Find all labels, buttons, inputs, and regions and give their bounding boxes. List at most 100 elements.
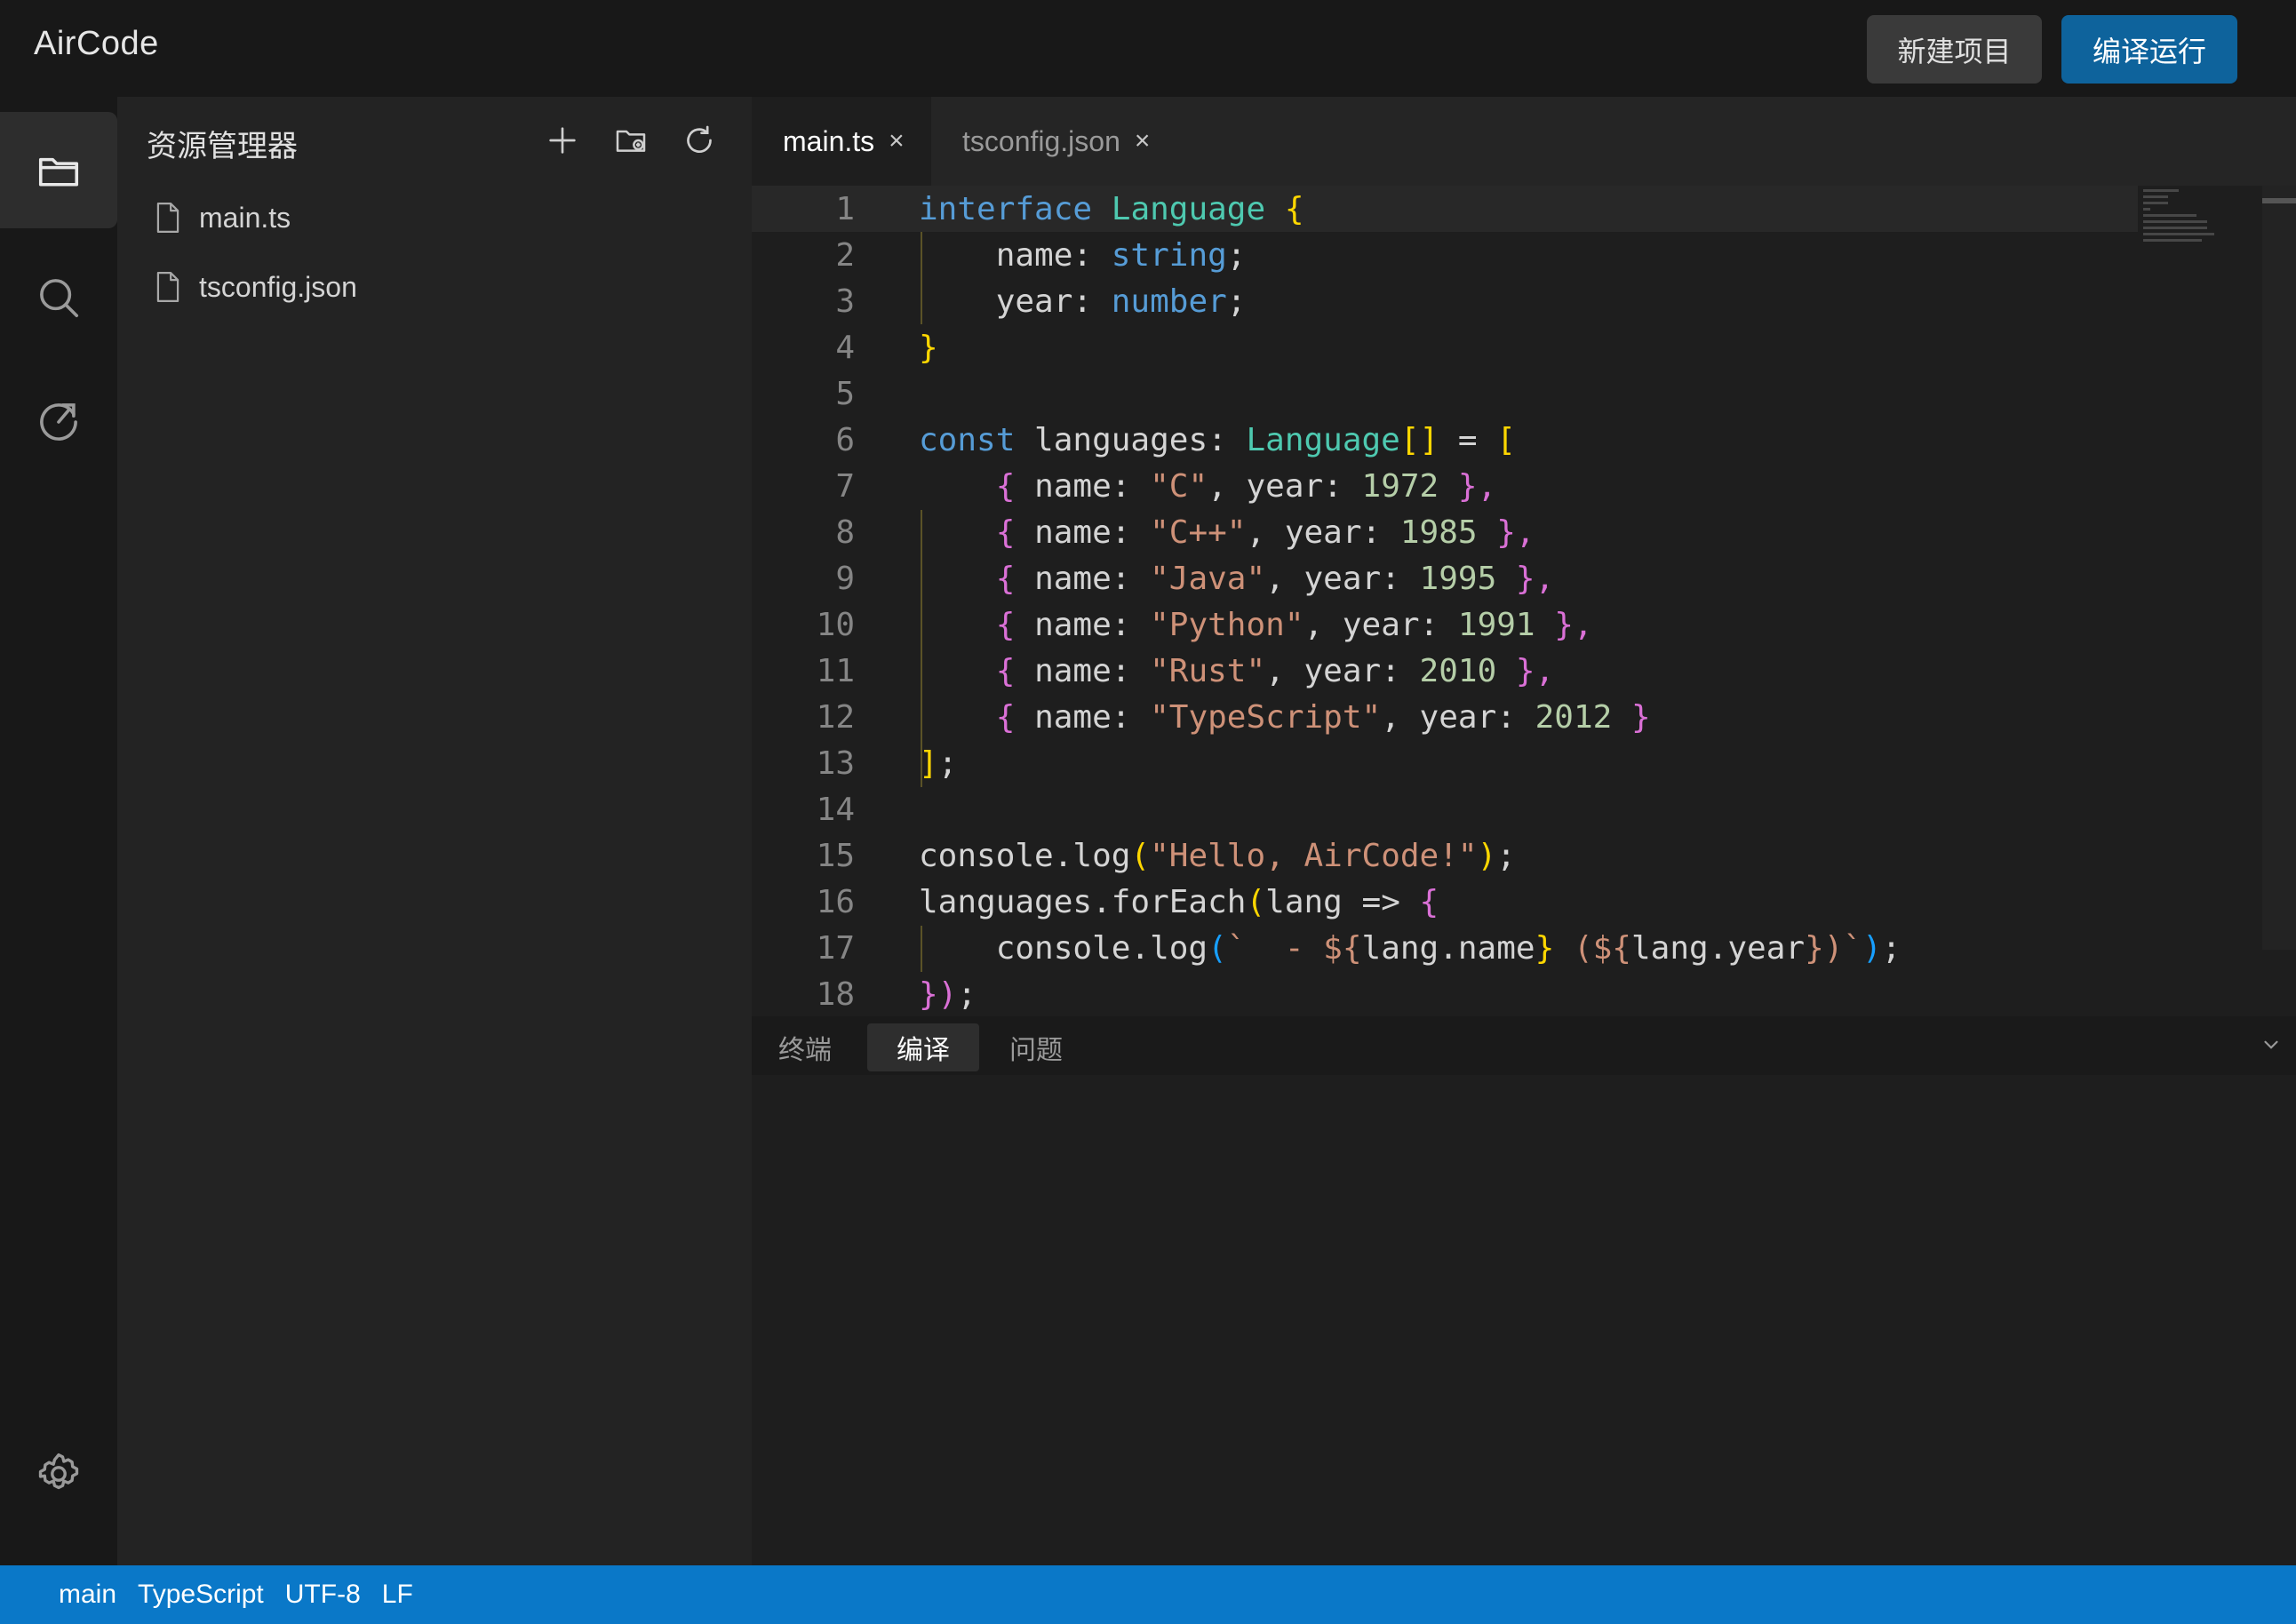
code-editor[interactable]: 1 interface Language { 2 name: string; 3… [752,186,2296,1016]
code-text: } [919,329,938,366]
code-text: interface Language { [919,190,1304,227]
code-line: 5 [752,370,2138,417]
line-number: 13 [816,744,855,782]
code-text: console.log(` - ${lang.name} (${lang.yea… [919,929,1901,967]
code-text: name: string; [919,236,1247,274]
file-icon [156,272,179,302]
code-line: 8 { name: "C++", year: 1985 }, [752,509,2138,555]
code-line: 12 { name: "TypeScript", year: 2012 } [752,694,2138,740]
code-text: console.log("Hello, AirCode!"); [919,837,1516,874]
code-line: 16 languages.forEach(lang => { [752,879,2138,925]
code-line: 18 }); [752,971,2138,1016]
line-number: 10 [816,606,855,643]
file-name: tsconfig.json [199,270,357,303]
code-line: 1 interface Language { [752,186,2138,232]
code-text: { name: "C++", year: 1985 }, [995,513,1535,551]
code-line: 6 const languages: Language[] = [ [752,417,2138,463]
code-line: 11 { name: "Rust", year: 2010 }, [752,648,2138,694]
status-eol[interactable]: LF [382,1580,413,1610]
code-text: { name: "Python", year: 1991 }, [995,606,1593,643]
activity-settings[interactable] [0,1415,117,1532]
code-text: year: number; [919,283,1247,320]
scrollbar-thumb[interactable] [2262,198,2296,203]
history-icon [40,402,77,441]
code-text: languages.forEach(lang => { [919,883,1439,920]
compile-run-button[interactable]: 编译运行 [2061,15,2237,84]
line-number: 2 [835,236,855,274]
tab-problems[interactable]: 问题 [992,1023,1080,1071]
vertical-scrollbar[interactable] [2262,186,2296,950]
panel-tab-bar: 终端 编译 问题 [752,1016,2296,1075]
status-language[interactable]: TypeScript [138,1580,264,1610]
code-text: { name: "TypeScript", year: 2012 } [995,698,1651,736]
line-number: 15 [816,837,855,874]
line-number: 12 [816,698,855,736]
file-item-main-ts[interactable]: main.ts [153,191,291,244]
line-number: 5 [835,375,855,412]
line-number: 4 [835,329,855,366]
code-text: { name: "Rust", year: 2010 }, [995,652,1555,689]
line-number: 14 [816,791,855,828]
new-project-button[interactable]: 新建项目 [1867,15,2042,84]
folder-icon [38,157,79,187]
code-line: 15 console.log("Hello, AirCode!"); [752,832,2138,879]
tab-label: main.ts [783,124,875,157]
code-text: { name: "C", year: 1972 }, [995,467,1497,505]
code-line: 14 [752,786,2138,832]
code-text: }); [919,975,977,1013]
panel-collapse-button[interactable] [2253,1027,2289,1063]
file-item-tsconfig-json[interactable]: tsconfig.json [153,260,357,314]
tab-tsconfig-json[interactable]: tsconfig.json × [931,97,1171,186]
status-encoding[interactable]: UTF-8 [285,1580,361,1610]
close-icon[interactable]: × [889,126,905,156]
close-icon[interactable]: × [1135,126,1151,156]
code-line: 7 { name: "C", year: 1972 }, [752,463,2138,509]
line-number: 1 [835,190,855,227]
activity-search[interactable] [0,239,117,355]
editor-tab-bar: main.ts × tsconfig.json × [752,97,2296,186]
code-text: { name: "Java", year: 1995 }, [995,560,1555,597]
new-folder-icon [616,130,646,152]
code-line: 13 ]; [752,740,2138,786]
tab-compile[interactable]: 编译 [867,1023,979,1071]
top-bar: AirCode 新建项目 编译运行 [0,0,2296,97]
code-line: 2 name: string; [752,232,2138,278]
explorer-panel: 资源管理器 main.ts tsconfig.json [117,97,752,1565]
code-text: ]; [919,744,958,782]
tab-terminal[interactable]: 终端 [761,1023,849,1071]
activity-explorer[interactable] [0,112,117,228]
compile-output [752,1075,2296,1565]
status-bar: main TypeScript UTF-8 LF [0,1565,2296,1624]
status-branch[interactable]: main [59,1580,116,1610]
new-folder-button[interactable] [610,120,651,161]
refresh-icon [687,125,712,153]
gear-icon [38,1453,79,1489]
search-icon [40,278,79,317]
line-number: 7 [835,467,855,505]
line-number: 11 [816,652,855,689]
line-number: 3 [835,283,855,320]
code-line: 9 { name: "Java", year: 1995 }, [752,555,2138,601]
line-number: 9 [835,560,855,597]
app-title: AirCode [34,25,159,62]
refresh-button[interactable] [679,120,720,161]
line-number: 8 [835,513,855,551]
new-file-button[interactable] [542,120,583,161]
minimap[interactable] [2143,186,2250,257]
tab-label: tsconfig.json [962,124,1120,157]
code-line: 17 console.log(` - ${lang.name} (${lang.… [752,925,2138,971]
code-line: 3 year: number; [752,278,2138,324]
chevron-down-icon [2264,1040,2278,1049]
file-icon [156,203,179,233]
file-name: main.ts [199,201,291,234]
code-line: 4 } [752,324,2138,370]
line-number: 6 [835,421,855,458]
activity-bar [0,97,117,1565]
plus-icon [549,127,576,154]
explorer-title: 资源管理器 [147,130,298,163]
line-number: 18 [816,975,855,1013]
tab-main-ts[interactable]: main.ts × [752,97,931,186]
line-number: 16 [816,883,855,920]
code-text: const languages: Language[] = [ [919,421,1516,458]
activity-history[interactable] [0,363,117,480]
